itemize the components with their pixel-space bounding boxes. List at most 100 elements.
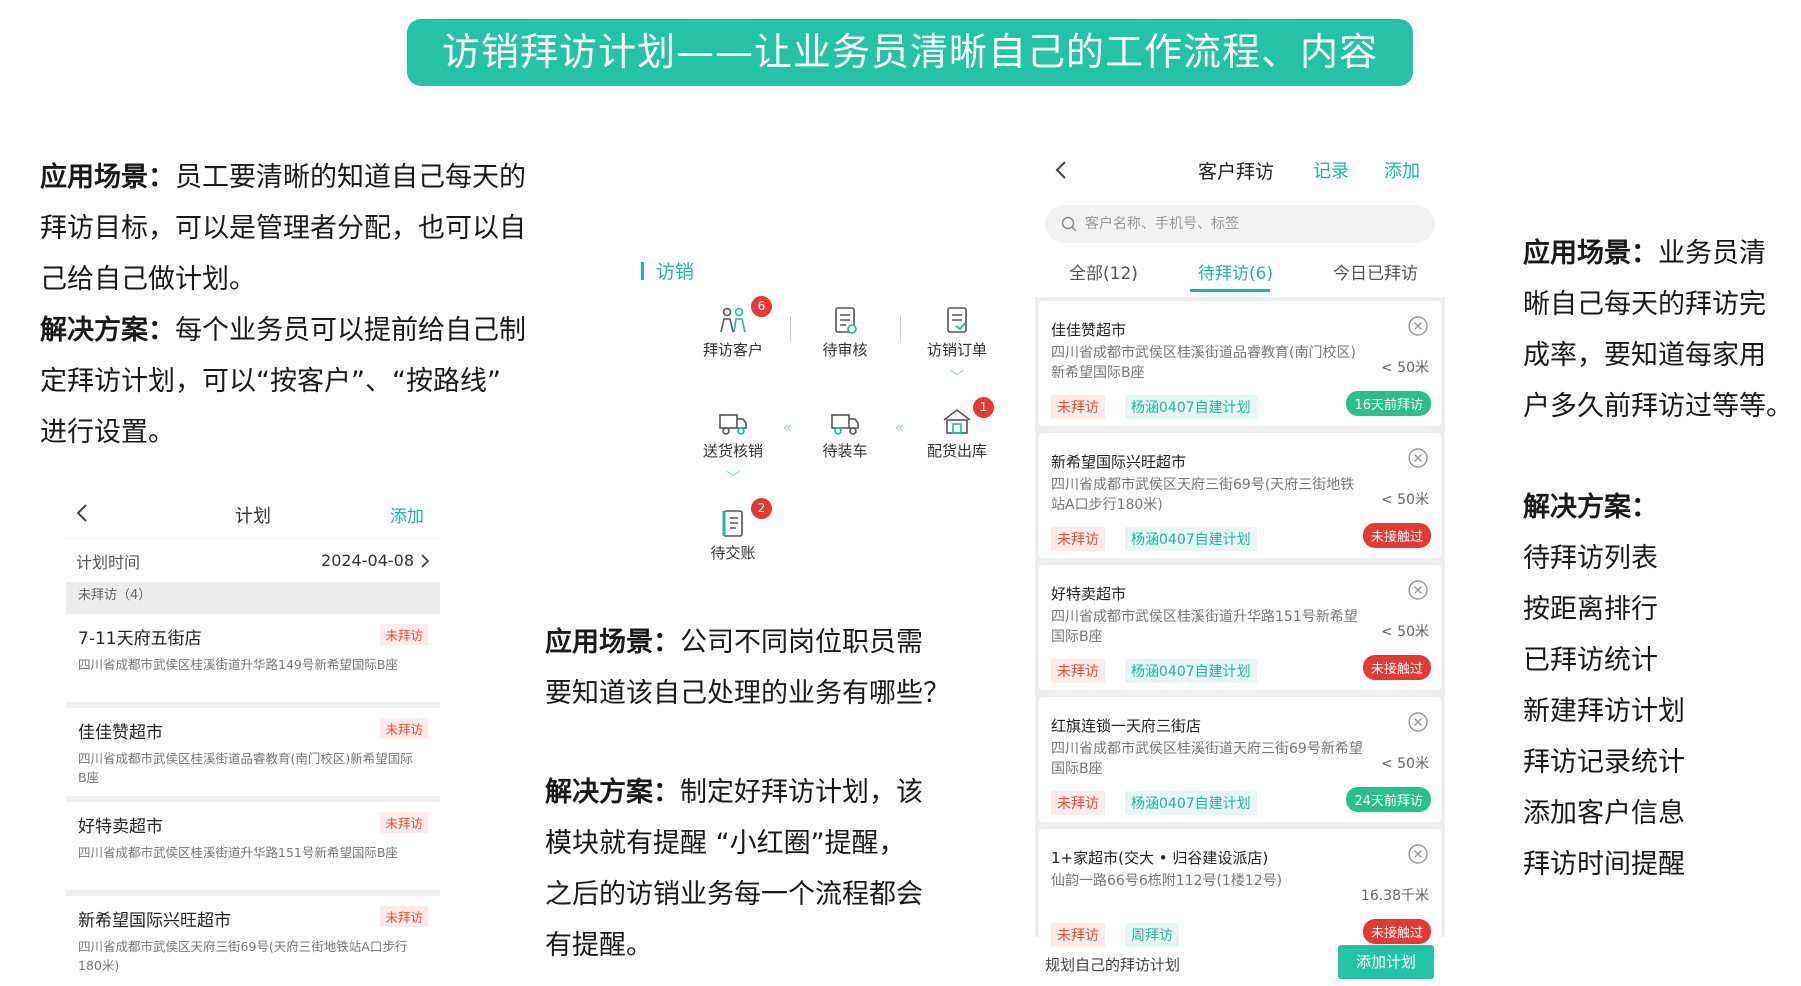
chevron-left-icon: « — [895, 420, 904, 436]
tab-today-visited[interactable]: 今日已拜访 — [1333, 259, 1418, 284]
status-badge: 未拜访 — [1051, 527, 1105, 551]
solution-label: 解决方案： — [40, 315, 175, 346]
last-visit-badge: 24天前拜访 — [1346, 787, 1431, 812]
solution-line: 有提醒。 — [545, 930, 653, 961]
last-visit-badge: 16天前拜访 — [1346, 391, 1431, 416]
plan-date-label: 计划时间 — [76, 552, 141, 572]
close-icon[interactable] — [1407, 579, 1429, 601]
flow-header-label: 访销 — [656, 261, 695, 283]
status-badge: 未拜访 — [1051, 659, 1105, 683]
store-name: 新希望国际兴旺超市 — [78, 911, 231, 931]
close-icon[interactable] — [1407, 711, 1429, 733]
tab-pending[interactable]: 待拜访(6) — [1198, 259, 1273, 284]
status-badge: 未拜访 — [380, 624, 428, 645]
record-button[interactable]: 记录 — [1313, 157, 1349, 183]
status-badge: 未拜访 — [380, 906, 428, 927]
middle-description: 应用场景：公司不同岗位职员需 要知道该自己处理的业务有哪些？ 解决方案：制定好拜… — [545, 617, 1005, 971]
plan-badge: 杨涵0407自建计划 — [1125, 791, 1257, 815]
divider — [900, 316, 901, 342]
scene-line: 业务员清 — [1658, 238, 1766, 269]
scene-label: 应用场景： — [40, 162, 175, 193]
header-accent-bar — [641, 262, 644, 280]
flow-item-review[interactable]: 待审核 — [800, 305, 890, 360]
flow-section-header: 访销 — [641, 257, 694, 284]
plan-date-row[interactable]: 计划时间 2024-04-08 — [66, 538, 440, 582]
status-badge: 未拜访 — [1051, 395, 1105, 419]
solution-line: 之后的访销业务每一个流程都会 — [545, 879, 923, 910]
plan-title: 计划 — [235, 506, 271, 527]
visit-footer: 规划自己的拜访计划 添加计划 — [1035, 940, 1445, 986]
search-input[interactable]: 客户名称、手机号、标签 — [1045, 205, 1435, 243]
flow-item-label: 待交账 — [710, 544, 756, 562]
solution-item: 新建拜访计划 — [1523, 696, 1685, 727]
store-address: 四川省成都市武侯区桂溪街道品睿教育(南门校区)新希望国际B座 — [1051, 345, 1356, 381]
chevron-left-icon: « — [783, 420, 792, 436]
plan-badge: 杨涵0407自建计划 — [1125, 659, 1257, 683]
scene-line: 员工要清晰的知道自己每天的 — [175, 162, 526, 193]
flow-item-label: 拜访客户 — [702, 341, 763, 359]
plan-badge: 杨涵0407自建计划 — [1125, 395, 1257, 419]
plan-screen: 计划 添加 计划时间 2024-04-08 未拜访（4） 7-11天府五街店 四… — [66, 490, 440, 986]
list-item[interactable]: 1+家超市(交大 • 归谷建设派店) 仙韵一路66号6栋附112号(1楼12号)… — [1039, 829, 1441, 954]
tab-all[interactable]: 全部(12) — [1069, 259, 1138, 284]
list-item[interactable]: 佳佳赞超市 四川省成都市武侯区桂溪街道品睿教育(南门校区)新希望国际B座 < 5… — [1039, 301, 1441, 426]
last-visit-badge: 未接触过 — [1362, 523, 1431, 548]
warehouse-icon — [943, 408, 971, 434]
search-icon — [1061, 216, 1077, 232]
plan-badge: 杨涵0407自建计划 — [1125, 527, 1257, 551]
status-badge: 未拜访 — [380, 718, 428, 739]
store-address: 四川省成都市武侯区天府三街69号(天府三街地铁站A口步行180米) — [78, 939, 408, 973]
active-tab-indicator — [1190, 289, 1270, 292]
search-placeholder: 客户名称、手机号、标签 — [1085, 216, 1239, 232]
list-item[interactable]: 好特卖超市 四川省成都市武侯区桂溪街道升华路151号新希望国际B座 未拜访 — [66, 802, 440, 890]
store-address: 四川省成都市武侯区桂溪街道升华路151号新希望国际B座 — [1051, 609, 1358, 645]
back-arrow-icon[interactable] — [1053, 159, 1069, 181]
flow-item-order[interactable]: 访销订单 — [912, 305, 1002, 360]
divider — [790, 316, 791, 342]
solution-item: 待拜访列表 — [1523, 543, 1658, 574]
solution-item: 已拜访统计 — [1523, 645, 1658, 676]
solution-label: 解决方案： — [1523, 492, 1658, 523]
solution-line: 制定好拜访计划，该 — [680, 777, 923, 808]
chevron-down-icon: ﹀ — [726, 471, 740, 487]
scene-line: 要知道该自己处理的业务有哪些？ — [545, 678, 950, 709]
solution-item: 按距离排行 — [1523, 594, 1658, 625]
flow-item-label: 访销订单 — [926, 341, 987, 359]
notification-badge: 6 — [751, 296, 772, 317]
review-icon — [835, 307, 857, 334]
plan-add-button[interactable]: 添加 — [390, 502, 424, 527]
visit-tabs: 全部(12) 待拜访(6) 今日已拜访 — [1035, 251, 1445, 297]
list-item[interactable]: 新希望国际兴旺超市 四川省成都市武侯区天府三街69号(天府三街地铁站A口步行18… — [66, 896, 440, 984]
order-icon — [947, 307, 967, 333]
add-plan-button[interactable]: 添加计划 — [1338, 945, 1434, 979]
solution-item: 拜访时间提醒 — [1523, 849, 1685, 880]
store-address: 四川省成都市武侯区桂溪街道升华路149号新希望国际B座 — [78, 657, 398, 672]
scene-label: 应用场景： — [545, 627, 680, 658]
close-icon[interactable] — [1407, 843, 1429, 865]
close-icon[interactable] — [1407, 315, 1429, 337]
flow-item-label: 配货出库 — [926, 442, 987, 460]
flow-item-loading-truck[interactable]: 待装车 — [800, 406, 890, 461]
flow-item-delivery-verify[interactable]: 送货核销 — [688, 406, 778, 461]
plan-nav-bar: 计划 添加 — [66, 490, 440, 538]
store-name: 佳佳赞超市 — [1051, 321, 1127, 339]
loading-truck-icon — [831, 414, 859, 435]
solution-line: 模块就有提醒 “小红圈”提醒， — [545, 828, 906, 859]
scene-line: 拜访目标，可以是管理者分配，也可以自 — [40, 213, 526, 244]
list-item[interactable]: 新希望国际兴旺超市 四川省成都市武侯区天府三街69号(天府三街地铁站A口步行18… — [1039, 433, 1441, 558]
list-item[interactable]: 7-11天府五街店 四川省成都市武侯区桂溪街道升华路149号新希望国际B座 未拜… — [66, 614, 440, 702]
list-item[interactable]: 好特卖超市 四川省成都市武侯区桂溪街道升华路151号新希望国际B座 < 50米 … — [1039, 565, 1441, 690]
last-visit-badge: 未接触过 — [1362, 655, 1431, 680]
scene-line: 成率，要知道每家用 — [1523, 340, 1766, 371]
list-item[interactable]: 红旗连锁一天府三街店 四川省成都市武侯区桂溪街道天府三街69号新希望国际B座 <… — [1039, 697, 1441, 822]
scene-line: 晰自己每天的拜访完 — [1523, 289, 1766, 320]
close-icon[interactable] — [1407, 447, 1429, 469]
visit-add-button[interactable]: 添加 — [1384, 157, 1420, 183]
delivery-verify-icon — [719, 414, 747, 435]
plan-date-value: 2024-04-08 — [321, 551, 414, 570]
distance: 16.38千米 — [1360, 888, 1429, 904]
list-item[interactable]: 佳佳赞超市 四川省成都市武侯区桂溪街道品睿教育(南门校区)新希望国际B座 未拜访 — [66, 708, 440, 796]
distance: < 50米 — [1381, 756, 1429, 772]
